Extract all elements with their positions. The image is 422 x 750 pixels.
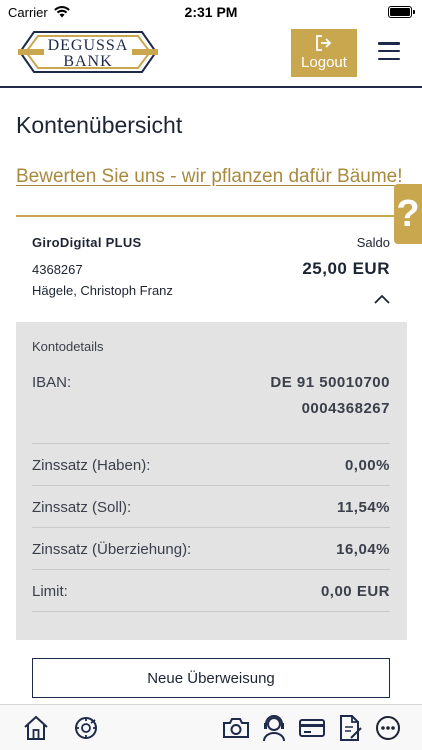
detail-row-limit: Limit: 0,00 EUR <box>32 570 390 612</box>
status-time: 2:31 PM <box>184 4 238 20</box>
camera-icon[interactable] <box>222 714 250 742</box>
more-icon[interactable] <box>374 714 402 742</box>
logo-text-bank: BANK <box>63 53 113 70</box>
logout-button[interactable]: Logout <box>291 29 357 77</box>
chevron-up-icon[interactable] <box>372 292 392 306</box>
sign-out-icon <box>316 35 332 51</box>
detail-label: Zinssatz (Soll): <box>32 499 132 516</box>
detail-row-iban: IBAN: DE 91 50010700 0004368267 <box>32 372 390 444</box>
details-heading: Kontodetails <box>32 339 104 354</box>
rate-us-link[interactable]: Bewerten Sie uns - wir pflanzen dafür Bä… <box>16 166 403 188</box>
account-balance: 25,00 EUR <box>302 259 390 278</box>
credit-card-icon[interactable] <box>298 714 326 742</box>
detail-row-zins-soll: Zinssatz (Soll): 11,54% <box>32 486 390 528</box>
detail-value: 0,00% <box>344 457 390 474</box>
home-icon[interactable] <box>22 714 50 742</box>
logout-label: Logout <box>301 54 347 71</box>
degussa-bank-logo[interactable]: DEGUSSA BANK <box>18 30 158 74</box>
detail-label: Zinssatz (Haben): <box>32 457 151 474</box>
account-number: 4368267 <box>32 262 83 277</box>
detail-label: Zinssatz (Überziehung): <box>32 541 192 558</box>
iban-value-line1: DE 91 50010700 <box>270 374 390 391</box>
detail-value: 0,00 EUR <box>320 583 390 600</box>
status-bar: Carrier 2:31 PM <box>0 0 422 24</box>
hamburger-menu-icon[interactable] <box>376 40 402 62</box>
page-title: Kontenübersicht <box>16 112 183 138</box>
iban-value-line2: 0004368267 <box>301 400 390 417</box>
new-transfer-button[interactable]: Neue Überweisung <box>32 658 390 698</box>
iban-label: IBAN: <box>32 374 72 391</box>
account-name: GiroDigital PLUS <box>32 235 142 250</box>
help-tab[interactable]: ? <box>394 184 422 244</box>
question-mark-icon: ? <box>396 192 420 235</box>
detail-row-zins-haben: Zinssatz (Haben): 0,00% <box>32 444 390 486</box>
gear-refresh-icon[interactable] <box>72 714 100 742</box>
account-details-panel: Kontodetails IBAN: DE 91 50010700 000436… <box>16 322 407 640</box>
document-sign-icon[interactable] <box>336 714 364 742</box>
app-header: DEGUSSA BANK Logout <box>0 24 422 88</box>
saldo-label: Saldo <box>356 235 390 250</box>
bottom-nav <box>0 704 422 750</box>
detail-row-zins-ueberziehung: Zinssatz (Überziehung): 16,04% <box>32 528 390 570</box>
support-agent-icon[interactable] <box>260 714 288 742</box>
detail-value: 16,04% <box>336 541 390 558</box>
gold-divider <box>16 215 398 217</box>
detail-label: Limit: <box>32 583 68 600</box>
detail-value: 11,54% <box>336 499 390 516</box>
account-holder: Hägele, Christoph Franz <box>32 283 173 298</box>
battery-full-icon <box>388 6 415 18</box>
